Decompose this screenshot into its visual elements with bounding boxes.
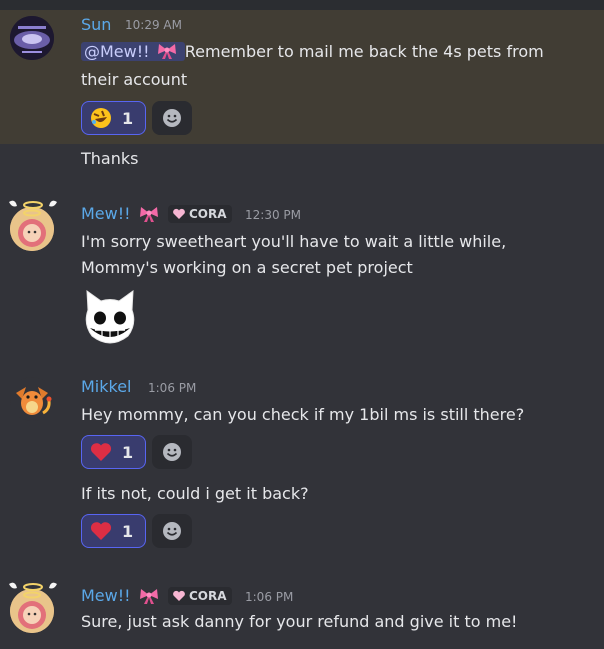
message-content: Hey mommy, can you check if my 1bil ms i… (81, 405, 525, 424)
message-content: Thanks (81, 149, 139, 168)
message-timestamp[interactable]: 12:30 PM (245, 208, 301, 222)
message-timestamp[interactable]: 1:06 PM (245, 590, 293, 604)
avatar[interactable] (10, 207, 54, 251)
add-reaction-button[interactable] (152, 101, 192, 135)
message-content-line: their account (81, 70, 188, 89)
message-content-line: Mommy's working on a secret pet project (81, 258, 413, 277)
reaction-count: 1 (122, 442, 134, 462)
message-content: @Mew!! Remember to mail me back the 4s p… (81, 38, 544, 66)
message-content: If its not, could i get it back? (81, 484, 309, 503)
ribbon-bow-icon (157, 44, 176, 59)
reaction-button[interactable]: 1 (81, 514, 146, 548)
user-mention[interactable]: @Mew!! (81, 42, 185, 61)
ribbon-bow-icon (140, 589, 158, 604)
server-tag[interactable]: CORA (168, 587, 232, 605)
rolling-laughing-emoji-icon (91, 108, 111, 128)
red-heart-icon (90, 522, 112, 540)
reaction-button[interactable]: 1 (81, 435, 146, 469)
smiley-add-reaction-icon (163, 109, 181, 127)
avatar[interactable] (10, 16, 54, 60)
angel-halo-wings-icon (9, 200, 57, 209)
top-edge (0, 0, 604, 10)
message-author[interactable]: Mikkel (81, 377, 132, 396)
smiley-add-reaction-icon (163, 443, 181, 461)
server-tag[interactable]: CORA (168, 205, 232, 223)
reaction-count: 1 (122, 521, 134, 541)
heart-tag-icon (173, 590, 185, 601)
grinning-cat-sticker[interactable] (81, 288, 139, 350)
message-author[interactable]: Mew!! (81, 204, 131, 223)
avatar[interactable] (10, 377, 54, 421)
red-heart-icon (90, 443, 112, 461)
add-reaction-button[interactable] (152, 514, 192, 548)
reaction-button[interactable]: 1 (81, 101, 146, 135)
server-tag-label: CORA (189, 207, 227, 221)
angel-halo-wings-icon (9, 582, 57, 591)
avatar[interactable] (10, 589, 54, 633)
server-tag-label: CORA (189, 589, 227, 603)
message-author[interactable]: Mew!! (81, 586, 131, 605)
message-timestamp[interactable]: 10:29 AM (125, 18, 182, 32)
message-content: Sure, just ask danny for your refund and… (81, 612, 518, 631)
add-reaction-button[interactable] (152, 435, 192, 469)
message-author[interactable]: Sun (81, 15, 111, 34)
ribbon-bow-icon (140, 207, 158, 222)
message-content: I'm sorry sweetheart you'll have to wait… (81, 232, 507, 251)
message-timestamp[interactable]: 1:06 PM (148, 381, 196, 395)
heart-tag-icon (173, 208, 185, 219)
smiley-add-reaction-icon (163, 522, 181, 540)
reaction-count: 1 (122, 108, 134, 128)
